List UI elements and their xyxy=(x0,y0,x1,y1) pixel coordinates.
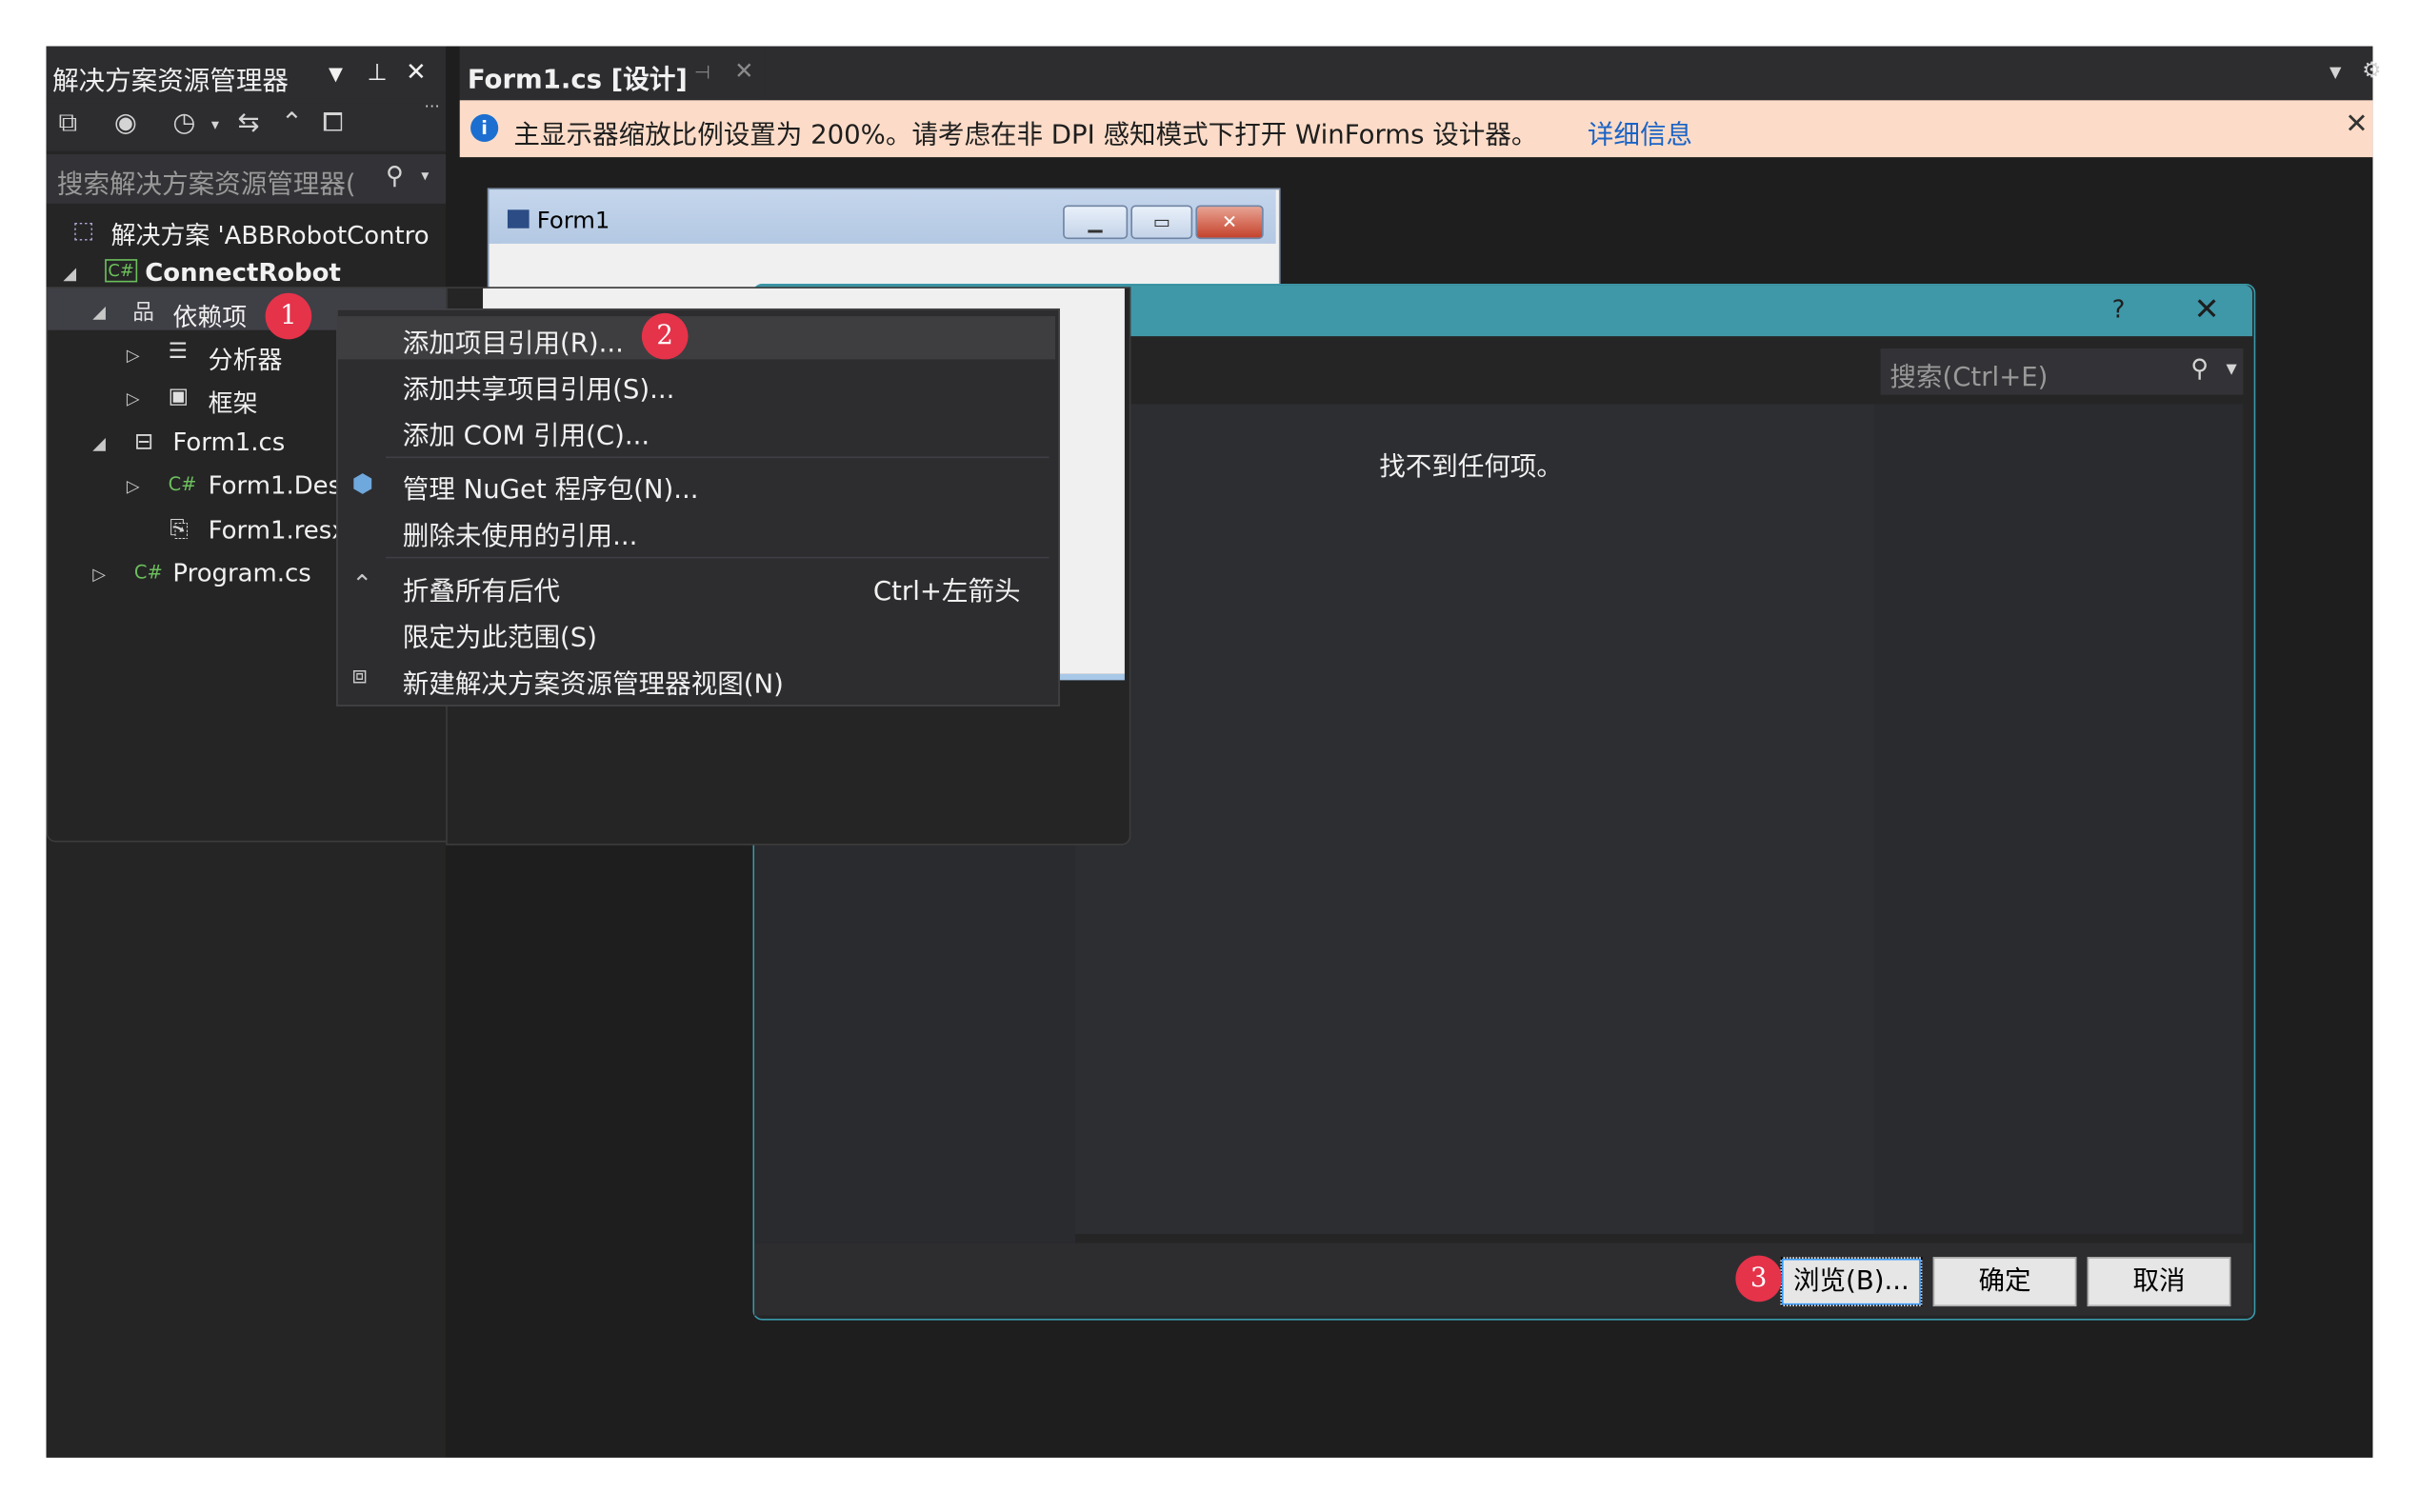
menu-shortcut-collapse: Ctrl+左箭头 xyxy=(872,576,1021,608)
chevron-down-icon[interactable]: ▼ xyxy=(2329,65,2341,82)
help-button[interactable]: ? xyxy=(2112,294,2126,324)
menu-item-new-solution-explorer-view[interactable]: 新建解决方案资源管理器视图(N) xyxy=(403,662,784,700)
menu-item-remove-unused-references[interactable]: 删除未使用的引用... xyxy=(403,513,638,552)
pin-icon[interactable]: ⊣ xyxy=(694,62,710,84)
ok-button[interactable]: 确定 xyxy=(1932,1257,2077,1307)
show-all-files-icon[interactable]: ⧠ xyxy=(323,108,344,138)
info-bar-message: 主显示器缩放比例设置为 200%。请考虑在非 DPI 感知模式下打开 WinFo… xyxy=(513,120,1538,151)
collapse-icon: ⌃ xyxy=(351,568,373,599)
pending-changes-icon[interactable]: ◷ xyxy=(172,108,195,138)
close-icon[interactable]: ✕ xyxy=(2345,108,2368,140)
search-input[interactable]: 搜索解决方案资源管理器( xyxy=(57,162,356,200)
collapse-all-icon[interactable]: ⌃ xyxy=(281,108,303,138)
close-icon[interactable]: ✕ xyxy=(406,57,427,87)
menu-item-add-com-reference[interactable]: 添加 COM 引用(C)... xyxy=(403,413,650,451)
menu-item-scope-to-this[interactable]: 限定为此范围(S) xyxy=(403,615,597,653)
menu-separator xyxy=(385,456,1050,459)
tree-item-project[interactable]: ConnectRobot xyxy=(145,258,341,288)
solution-icon: ⬚ xyxy=(72,215,95,244)
search-icon[interactable]: ⚲ xyxy=(2190,353,2209,383)
step-badge-1: 1 xyxy=(265,292,312,340)
form1-title: Form1 xyxy=(536,207,610,235)
csharp-project-icon: C# xyxy=(105,259,138,283)
close-icon[interactable]: ✕ xyxy=(734,57,753,85)
nuget-icon: ⬢ xyxy=(351,468,373,499)
pin-icon[interactable]: ⊥ xyxy=(368,59,388,87)
details-pane xyxy=(1874,404,2244,1234)
minimize-button: ▁ xyxy=(1063,205,1129,240)
info-icon: i xyxy=(470,113,499,143)
globe-icon[interactable]: ◉ xyxy=(114,108,137,138)
switch-views-icon[interactable]: ⧉ xyxy=(59,108,78,138)
sync-icon[interactable]: ⇆ xyxy=(237,108,259,138)
dialog-search-input[interactable]: 搜索(Ctrl+E) xyxy=(1889,355,2048,393)
solution-explorer-title: 解决方案资源管理器 xyxy=(52,66,289,98)
overflow-icon[interactable]: ⋯ xyxy=(424,99,439,116)
chevron-down-icon[interactable]: ▼ xyxy=(2227,363,2237,378)
menu-item-add-shared-project-reference[interactable]: 添加共享项目引用(S)... xyxy=(403,368,675,406)
dropdown-icon[interactable]: ▼ xyxy=(329,63,343,85)
search-icon[interactable]: ⚲ xyxy=(386,160,404,189)
tree-item-solution[interactable]: 解决方案 'ABBRobotContro xyxy=(111,214,430,251)
info-bar-details-link[interactable]: 详细信息 xyxy=(1588,112,1692,150)
menu-item-collapse-all-descendants[interactable]: 折叠所有后代 xyxy=(403,569,560,607)
reference-list[interactable] xyxy=(1075,404,1875,1234)
menu-separator xyxy=(385,556,1050,559)
cancel-button[interactable]: 取消 xyxy=(2087,1257,2231,1307)
tab-form1-design-label[interactable]: Form1.cs [设计] xyxy=(468,57,688,95)
step-badge-2: 2 xyxy=(641,312,689,360)
browse-button[interactable]: 浏览(B)... xyxy=(1780,1257,1923,1307)
step-badge-3: 3 xyxy=(1735,1255,1782,1303)
new-view-icon: ⧈ xyxy=(351,660,368,690)
close-button: ✕ xyxy=(1195,205,1264,240)
chevron-down-icon[interactable]: ▾ xyxy=(421,169,429,186)
menu-item-manage-nuget[interactable]: 管理 NuGet 程序包(N)... xyxy=(403,468,699,506)
close-icon[interactable]: ✕ xyxy=(2193,290,2219,328)
form-icon xyxy=(507,209,530,229)
expand-icon[interactable]: ◢ xyxy=(63,264,76,284)
gear-icon[interactable]: ⚙ xyxy=(2362,59,2381,84)
chevron-down-icon[interactable]: ▾ xyxy=(211,117,219,134)
empty-message: 找不到任何项。 xyxy=(1379,451,1563,484)
maximize-button: ▭ xyxy=(1130,205,1193,240)
menu-item-add-project-reference[interactable]: 添加项目引用(R)... xyxy=(403,321,624,359)
